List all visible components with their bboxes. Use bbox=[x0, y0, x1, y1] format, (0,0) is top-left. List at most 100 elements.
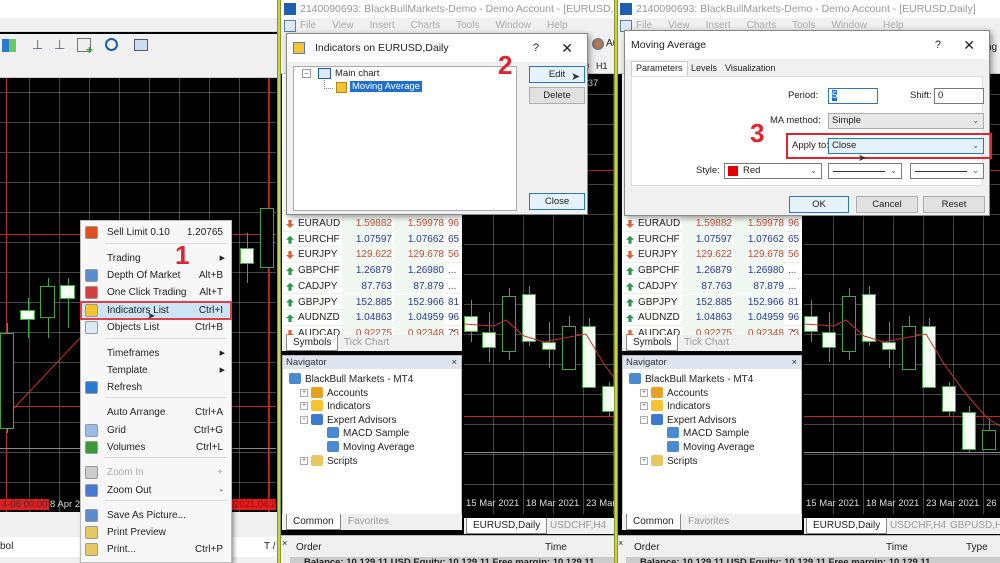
expand-icon[interactable]: + bbox=[640, 402, 648, 411]
tab-eurusd-daily[interactable]: EURUSD,Daily bbox=[806, 518, 888, 534]
order-column-header[interactable]: Order bbox=[634, 542, 660, 553]
navigator-item[interactable]: + Accounts bbox=[640, 386, 708, 400]
delete-button[interactable]: Delete bbox=[529, 87, 585, 104]
close-icon[interactable]: ✕ bbox=[963, 31, 975, 59]
scroll-down-icon[interactable]: ⌄ bbox=[790, 324, 798, 335]
tab-usdchf-h4[interactable]: USDCHF,H4 bbox=[544, 518, 612, 534]
templates-icon[interactable] bbox=[134, 39, 148, 51]
terminal-close-icon[interactable]: × bbox=[282, 538, 287, 548]
menu-tools[interactable]: Tools bbox=[456, 20, 479, 31]
menu-item-save-as-picture[interactable]: Save As Picture... bbox=[81, 507, 231, 524]
navigator-close-icon[interactable]: × bbox=[791, 356, 797, 369]
expand-icon[interactable]: + bbox=[640, 388, 648, 397]
menu-item-trading[interactable]: Trading ▶ bbox=[81, 250, 231, 267]
tree-item-moving-average[interactable]: Moving Average bbox=[350, 81, 422, 92]
expand-icon[interactable]: + bbox=[300, 456, 308, 465]
reset-button[interactable]: Reset bbox=[923, 196, 985, 213]
market-watch-row[interactable]: GBPJPY 152.885 152.966 81 bbox=[282, 294, 462, 310]
navigator-item[interactable]: MACD Sample bbox=[327, 427, 409, 440]
menu-view[interactable]: View bbox=[332, 20, 354, 31]
tree-item-main-chart[interactable]: Main chart bbox=[335, 68, 379, 79]
menu-item-zoom-in[interactable]: Zoom In + bbox=[81, 464, 231, 481]
expand-icon[interactable]: + bbox=[300, 388, 308, 397]
line-width-select[interactable]: ⌄ bbox=[910, 163, 984, 179]
period-input[interactable]: 5 bbox=[828, 88, 878, 104]
tab-tick-chart[interactable]: Tick Chart bbox=[678, 335, 735, 351]
menu-item-refresh[interactable]: Refresh bbox=[81, 379, 231, 396]
menu-item-grid[interactable]: Grid Ctrl+G bbox=[81, 422, 231, 439]
collapse-icon[interactable]: − bbox=[640, 415, 648, 424]
style-color-select[interactable]: Red ⌄ bbox=[724, 163, 822, 179]
menu-window[interactable]: Window bbox=[495, 20, 531, 31]
market-watch-row[interactable]: AUDNZD 1.04863 1.04959 96 bbox=[622, 310, 802, 326]
market-watch-row[interactable]: EURJPY 129.622 129.678 56 bbox=[622, 247, 802, 263]
menu-item-indicators-list[interactable]: Indicators List Ctrl+I bbox=[80, 301, 232, 320]
period-separator-icon[interactable]: ⊥ bbox=[32, 37, 43, 53]
navigator-item[interactable]: BlackBull Markets - MT4 bbox=[289, 373, 413, 386]
tab-symbols[interactable]: Symbols bbox=[626, 335, 679, 351]
tile-windows-icon[interactable] bbox=[2, 39, 16, 52]
collapse-icon[interactable]: − bbox=[302, 69, 311, 78]
shift-input[interactable]: 0 bbox=[934, 88, 984, 104]
collapse-icon[interactable]: − bbox=[300, 415, 308, 424]
market-watch-row[interactable]: GBPCHF 1.26879 1.26980... bbox=[622, 263, 802, 279]
tf-h1[interactable]: H1 bbox=[596, 61, 608, 71]
menu-item-template[interactable]: Template ▶ bbox=[81, 362, 231, 379]
navigator-item[interactable]: BlackBull Markets - MT4 bbox=[629, 373, 753, 386]
menu-item-sell-limit-0-10[interactable]: Sell Limit 0.10 1.20765 bbox=[81, 224, 231, 241]
market-watch-row[interactable]: CADJPY 87.763 87.879... bbox=[622, 278, 802, 295]
menu-insert[interactable]: Insert bbox=[370, 20, 395, 31]
scroll-down-icon[interactable]: ⌄ bbox=[450, 324, 458, 335]
order-column-header[interactable]: Order bbox=[296, 542, 322, 553]
tab-eurusd-daily[interactable]: EURUSD,Daily bbox=[466, 518, 548, 534]
expand-icon[interactable]: + bbox=[640, 456, 648, 465]
menu-item-objects-list[interactable]: Objects List Ctrl+B bbox=[81, 319, 231, 336]
menu-file[interactable]: File bbox=[300, 20, 316, 31]
menu-help[interactable]: Help bbox=[547, 20, 568, 31]
tab-tick-chart[interactable]: Tick Chart bbox=[338, 335, 395, 351]
tab-parameters[interactable]: Parameters bbox=[631, 61, 688, 76]
navigator-item[interactable]: + Accounts bbox=[300, 386, 368, 400]
tab-visualization[interactable]: Visualization bbox=[725, 63, 775, 73]
market-watch-row[interactable]: EURCHF 1.07597 1.07662 65 bbox=[282, 231, 462, 248]
menu-item-print[interactable]: Print... Ctrl+P bbox=[81, 541, 231, 558]
expand-icon[interactable]: + bbox=[300, 402, 308, 411]
market-watch-row[interactable]: CADJPY 87.763 87.879... bbox=[282, 278, 462, 295]
tab-favorites[interactable]: Favorites bbox=[682, 514, 735, 530]
autotrading-icon[interactable] bbox=[592, 38, 604, 50]
menu-item-timeframes[interactable]: Timeframes ▶ bbox=[81, 345, 231, 362]
line-style-select[interactable]: ⌄ bbox=[828, 163, 902, 179]
tab-common[interactable]: Common bbox=[286, 514, 341, 530]
type-column-header[interactable]: T / bbox=[264, 541, 275, 552]
symbol-column-header[interactable]: bol bbox=[0, 541, 13, 552]
tab-usdchf-h4[interactable]: USDCHF,H4 bbox=[884, 518, 952, 534]
menu-item-auto-arrange[interactable]: Auto Arrange Ctrl+A bbox=[81, 404, 231, 421]
close-button[interactable]: Close bbox=[529, 193, 585, 210]
navigator-item[interactable]: + Scripts bbox=[640, 454, 698, 468]
cancel-button[interactable]: Cancel bbox=[856, 196, 918, 213]
chart-menu-icon[interactable] bbox=[284, 20, 296, 32]
tab-favorites[interactable]: Favorites bbox=[342, 514, 395, 530]
periods-clock-icon[interactable] bbox=[105, 38, 118, 51]
ok-button[interactable]: OK bbox=[789, 196, 849, 213]
market-watch-row[interactable]: EURAUD 1.59882 1.59978 96 bbox=[282, 216, 462, 232]
help-button[interactable]: ? bbox=[533, 34, 539, 62]
market-watch-row[interactable]: EURJPY 129.622 129.678 56 bbox=[282, 247, 462, 263]
time-column-header[interactable]: Time bbox=[886, 542, 908, 553]
time-column-header[interactable]: Time bbox=[545, 542, 567, 553]
tab-common[interactable]: Common bbox=[626, 514, 681, 530]
navigator-item[interactable]: MACD Sample bbox=[667, 427, 749, 440]
market-watch-row[interactable]: GBPJPY 152.885 152.966 81 bbox=[622, 294, 802, 310]
type-column-header[interactable]: Type bbox=[966, 542, 988, 553]
menu-item-zoom-out[interactable]: Zoom Out - bbox=[81, 482, 231, 499]
market-watch-row[interactable]: EURCHF 1.07597 1.07662 65 bbox=[622, 231, 802, 248]
navigator-item[interactable]: − Expert Advisors bbox=[640, 413, 736, 427]
menu-item-print-preview[interactable]: Print Preview bbox=[81, 524, 231, 541]
navigator-item[interactable]: Moving Average bbox=[327, 441, 415, 454]
menu-item-depth-of-market[interactable]: Depth Of Market Alt+B bbox=[81, 267, 231, 284]
navigator-item[interactable]: + Indicators bbox=[640, 400, 710, 413]
close-icon[interactable]: ✕ bbox=[561, 34, 573, 62]
tab-levels[interactable]: Levels bbox=[691, 63, 717, 73]
navigator-close-icon[interactable]: × bbox=[451, 356, 457, 369]
tab-gbpusd-h4[interactable]: GBPUSD,H4 bbox=[944, 518, 1000, 534]
